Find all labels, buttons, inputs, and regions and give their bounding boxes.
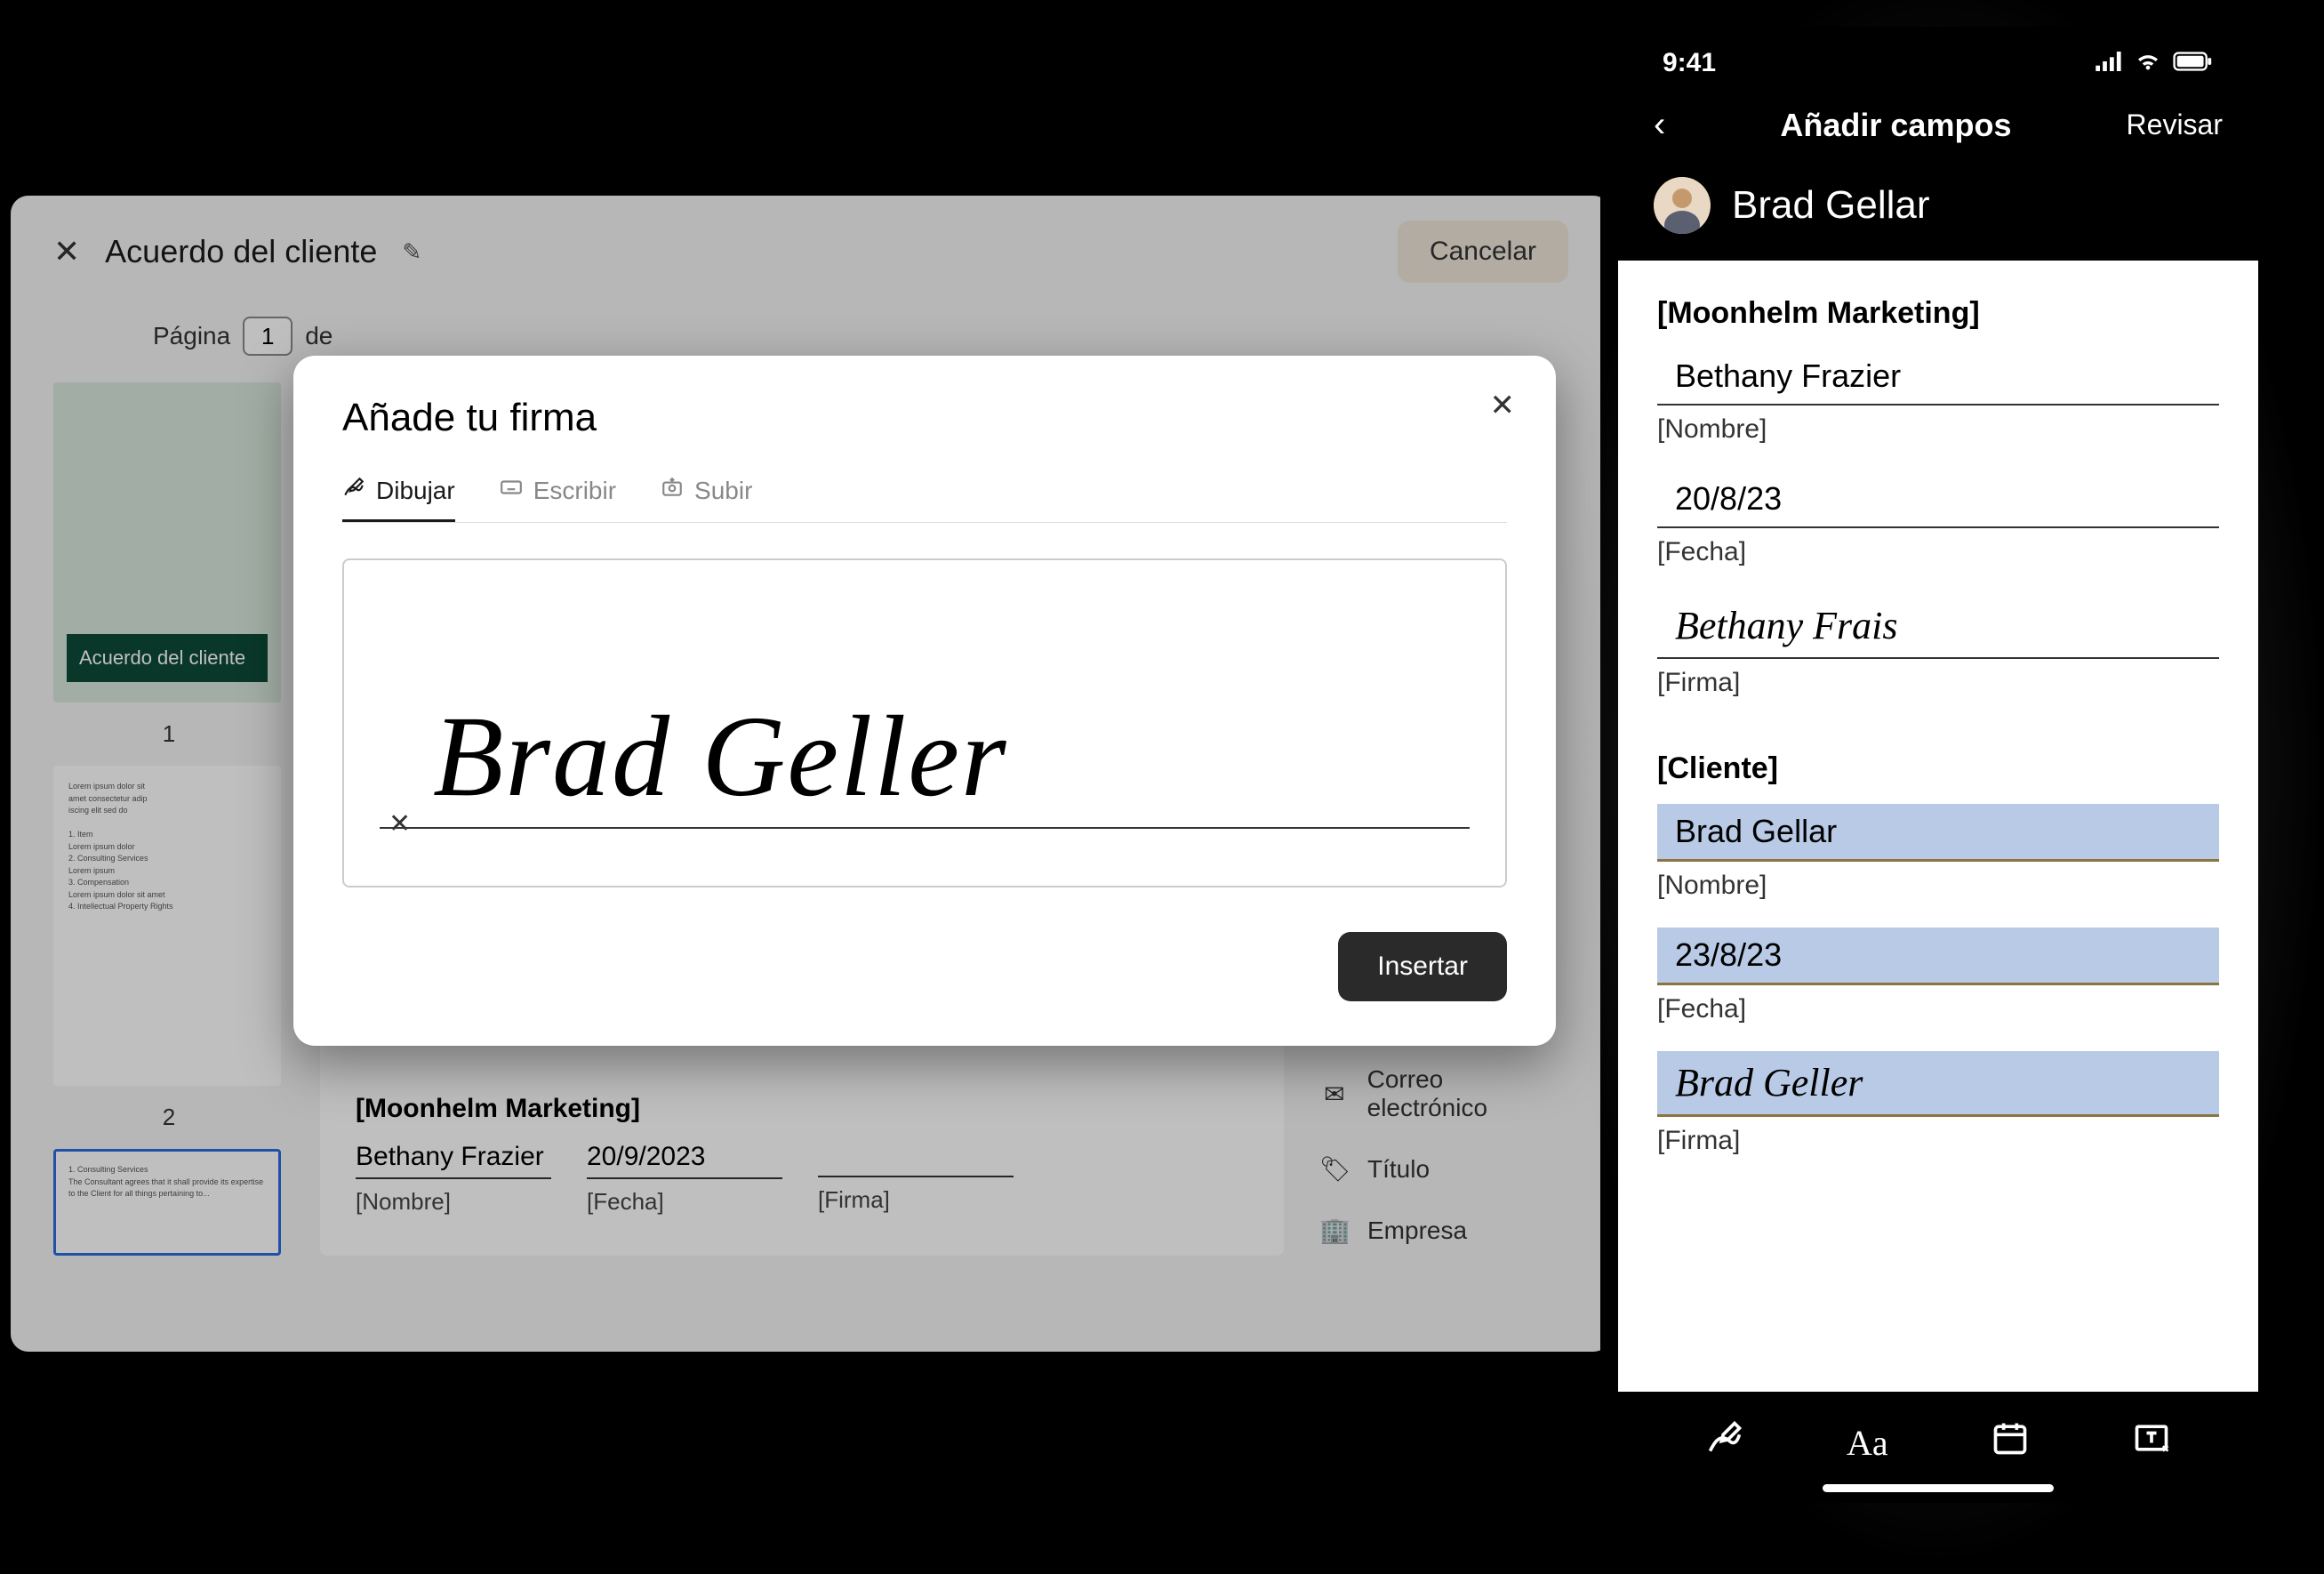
field-value[interactable]: 23/8/23 [1657,928,2219,985]
modal-tabs: Dibujar Escribir Subir [342,476,1507,523]
avatar [1654,177,1711,234]
doc-field-label: [Nombre] [356,1188,551,1216]
cancel-button[interactable]: Cancelar [1398,221,1568,283]
signal-icon [2095,48,2125,78]
panel-item-company[interactable]: 🏢 Empresa [1319,1216,1568,1245]
tab-label: Escribir [533,477,616,505]
tag-icon: 🏷 [1319,1154,1350,1184]
battery-icon [2171,48,2214,78]
section-label: [Moonhelm Marketing] [1657,296,2219,331]
field-value[interactable]: Bethany Frazier [1657,349,2219,406]
close-icon[interactable]: ✕ [1490,388,1516,423]
field-value[interactable]: Bethany Frais [1657,594,2219,659]
edit-icon[interactable]: ✎ [402,238,421,266]
tab-dibujar[interactable]: Dibujar [342,476,455,522]
thumbnail-2[interactable]: Lorem ipsum dolor sitamet consectetur ad… [53,766,281,1086]
building-icon: 🏢 [1319,1216,1350,1245]
home-indicator[interactable] [1823,1484,2054,1492]
page-label: Página [153,322,230,350]
doc-field-value[interactable]: 20/9/2023 [587,1142,782,1179]
doc-field-firma: [Firma] [818,1142,1014,1216]
panel-item-title[interactable]: 🏷 Título [1319,1154,1568,1184]
camera-icon [661,476,684,505]
doc-field-value[interactable]: Bethany Frazier [356,1142,551,1179]
field-label: [Firma] [1657,1126,2219,1156]
phone-header: ‹ Añadir campos Revisar [1618,87,2258,163]
review-button[interactable]: Revisar [2127,108,2223,141]
panel-item-email[interactable]: ✉ Correo electrónico [1319,1065,1568,1122]
envelope-icon: ✉ [1319,1080,1350,1109]
field-firma[interactable]: Brad Geller [Firma] [1657,1051,2219,1156]
app-header: ✕ Acuerdo del cliente ✎ Cancelar [11,196,1611,308]
doc-section-title: [Moonhelm Marketing] [356,1094,1248,1124]
thumbnail-3[interactable]: 1. Consulting ServicesThe Consultant agr… [53,1149,281,1256]
doc-field-nombre: Bethany Frazier [Nombre] [356,1142,551,1216]
text-tool-icon[interactable]: Aa [1847,1422,1888,1464]
doc-field-label: [Fecha] [587,1188,782,1216]
field-value[interactable]: Brad Gellar [1657,804,2219,862]
phone-title: Añadir campos [1780,107,2011,144]
field-fecha[interactable]: 23/8/23 [Fecha] [1657,928,2219,1024]
field-value[interactable]: Brad Geller [1657,1051,2219,1117]
draw-icon [342,476,365,505]
field-label: [Fecha] [1657,537,2219,567]
signature-modal: ✕ Añade tu firma Dibujar Escribir Subir … [293,356,1556,1046]
page-of-label: de [305,322,333,350]
thumbnail-caption: Acuerdo del cliente [67,634,268,682]
field-nombre[interactable]: Brad Gellar [Nombre] [1657,804,2219,901]
phone-user-row[interactable]: Brad Gellar [1618,163,2258,261]
phone-toolbar: Aa [1618,1392,2258,1484]
keyboard-icon [500,476,523,505]
signature-baseline [380,827,1470,829]
field-label: [Nombre] [1657,871,2219,901]
page-thumbnails: Acuerdo del cliente 1 Lorem ipsum dolor … [53,382,284,1256]
field-label: [Nombre] [1657,414,2219,445]
clear-signature-icon[interactable]: ✕ [389,808,411,839]
doc-field-label: [Firma] [818,1186,1014,1214]
tab-escribir[interactable]: Escribir [500,476,616,522]
insert-button[interactable]: Insertar [1338,932,1507,1001]
phone-content[interactable]: [Moonhelm Marketing] Bethany Frazier [No… [1618,261,2258,1392]
field-fecha[interactable]: 20/8/23 [Fecha] [1657,471,2219,567]
tab-label: Dibujar [376,477,455,505]
thumbnail-1[interactable]: Acuerdo del cliente [53,382,281,703]
thumbnail-number: 2 [53,1104,284,1131]
wifi-icon [2134,48,2162,78]
doc-field-value[interactable] [818,1142,1014,1177]
signature-tool-icon[interactable] [1705,1418,1744,1466]
field-label: [Firma] [1657,668,2219,698]
phone-mockup: 9:41 ‹ Añadir campos Revisar Bra [1600,9,2276,1521]
field-value[interactable]: 20/8/23 [1657,471,2219,528]
doc-field-fecha: 20/9/2023 [Fecha] [587,1142,782,1216]
textbox-tool-icon[interactable] [2132,1418,2171,1466]
signature-canvas[interactable]: Brad Geller ✕ [342,558,1507,887]
thumbnail-number: 1 [53,720,284,748]
tab-subir[interactable]: Subir [661,476,752,522]
date-tool-icon[interactable] [1991,1418,2030,1466]
panel-item-label: Título [1367,1155,1430,1184]
field-label: [Fecha] [1657,994,2219,1024]
panel-item-label: Correo electrónico [1367,1065,1568,1122]
field-firma[interactable]: Bethany Frais [Firma] [1657,594,2219,698]
status-bar: 9:41 [1618,27,2258,87]
modal-title: Añade tu firma [342,396,1507,440]
status-time: 9:41 [1663,48,1716,78]
phone-user-name: Brad Gellar [1732,183,1930,228]
field-nombre[interactable]: Bethany Frazier [Nombre] [1657,349,2219,445]
panel-item-label: Empresa [1367,1217,1467,1245]
signature-drawing: Brad Geller [433,690,1008,823]
section-label: [Cliente] [1657,751,2219,786]
tab-label: Subir [694,477,752,505]
page-number-input[interactable] [243,317,293,356]
back-icon[interactable]: ‹ [1654,105,1665,145]
page-title: Acuerdo del cliente [105,233,377,270]
close-icon[interactable]: ✕ [53,236,80,268]
